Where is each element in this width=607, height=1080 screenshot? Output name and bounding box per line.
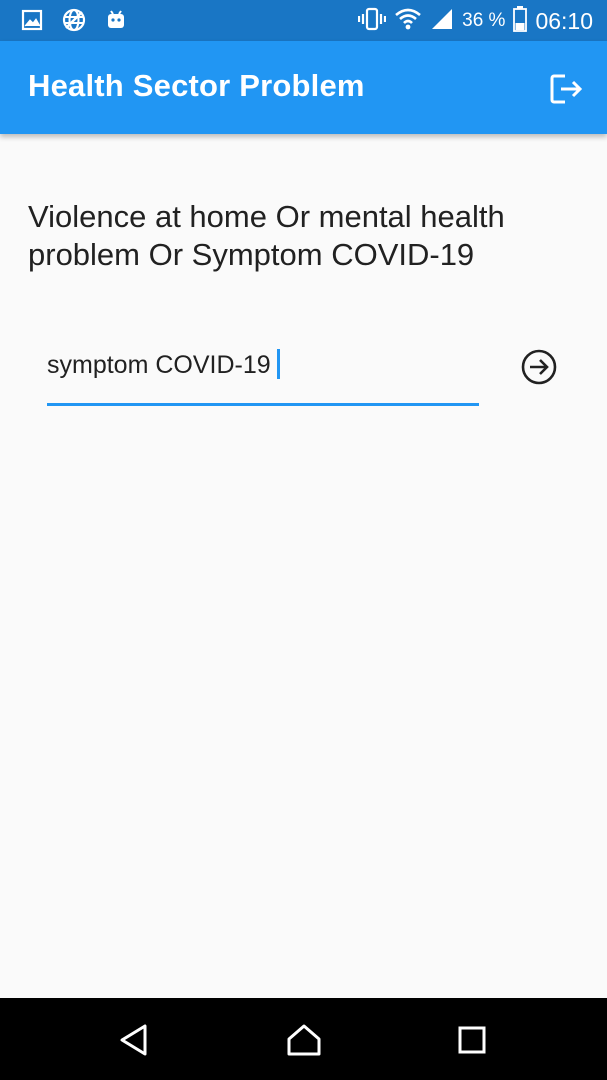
home-icon bbox=[287, 1024, 321, 1056]
recents-button[interactable] bbox=[450, 1018, 494, 1062]
image-icon bbox=[20, 8, 44, 32]
status-left-icons bbox=[20, 8, 128, 32]
status-right-icons: 36 % 06:10 bbox=[358, 5, 593, 37]
globe-icon bbox=[62, 8, 86, 32]
back-button[interactable] bbox=[112, 1018, 156, 1062]
logout-icon bbox=[550, 74, 583, 104]
text-caret bbox=[276, 349, 280, 379]
logout-button[interactable] bbox=[547, 69, 587, 109]
back-icon bbox=[120, 1024, 147, 1056]
question-prompt: Violence at home Or mental health proble… bbox=[28, 199, 505, 272]
screen: 36 % 06:10 Health Sector Problem Violenc… bbox=[0, 0, 607, 1080]
app-bar: Health Sector Problem bbox=[0, 41, 607, 134]
signal-icon bbox=[430, 7, 454, 36]
battery-percentage: 36 % bbox=[462, 10, 506, 31]
wifi-icon bbox=[394, 7, 422, 36]
battery-icon bbox=[513, 5, 528, 37]
arrow-right-circle-icon bbox=[521, 349, 557, 385]
submit-button[interactable] bbox=[518, 346, 560, 388]
app-title: Health Sector Problem bbox=[28, 68, 365, 103]
status-bar: 36 % 06:10 bbox=[0, 0, 607, 41]
vibrate-icon bbox=[358, 7, 387, 36]
symptom-input-value[interactable]: symptom COVID-19 bbox=[47, 349, 280, 380]
status-time: 06:10 bbox=[535, 7, 593, 34]
home-button[interactable] bbox=[282, 1018, 326, 1062]
recents-icon bbox=[458, 1026, 486, 1054]
navigation-bar bbox=[0, 998, 607, 1080]
android-icon bbox=[104, 8, 128, 32]
symptom-input[interactable]: symptom COVID-19 bbox=[47, 340, 479, 406]
